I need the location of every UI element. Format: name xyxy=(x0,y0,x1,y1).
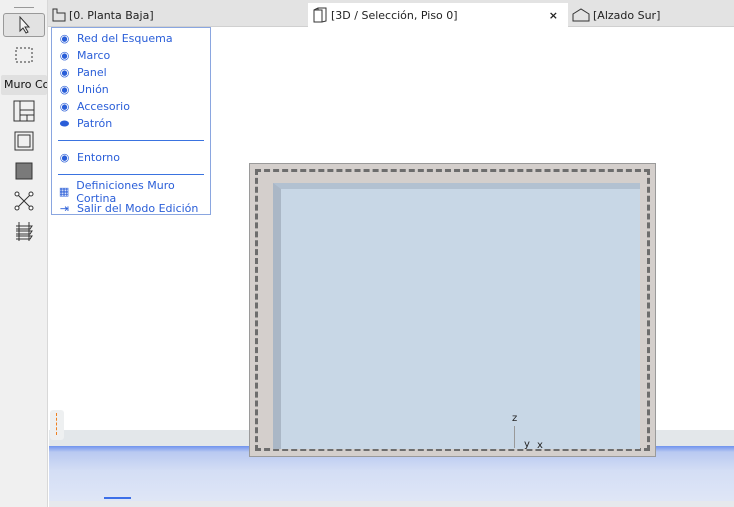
marquee-icon xyxy=(15,47,33,63)
menu-label: Accesorio xyxy=(77,100,130,113)
menu-label: Marco xyxy=(77,49,111,62)
junction-tool[interactable] xyxy=(3,189,45,213)
marquee-tool[interactable] xyxy=(3,43,45,67)
eye-icon: ◉ xyxy=(59,66,70,79)
grip[interactable] xyxy=(14,7,34,8)
eye-icon: ◉ xyxy=(59,49,70,62)
curtain-wall[interactable] xyxy=(249,163,656,457)
panel-tool[interactable] xyxy=(3,159,45,183)
menu-label: Salir del Modo Edición xyxy=(77,202,199,215)
3d-box-icon xyxy=(313,7,327,23)
toolbox: Muro Co xyxy=(0,0,48,507)
tab-alzado-sur[interactable]: [Alzado Sur] xyxy=(568,3,734,27)
menu-label: Red del Esquema xyxy=(77,32,173,45)
menu-label: Patrón xyxy=(77,117,113,130)
ground-mark xyxy=(104,497,131,499)
eye-icon: ◉ xyxy=(59,151,70,164)
exit-icon: ⇥ xyxy=(59,202,70,215)
menu-label: Entorno xyxy=(77,151,120,164)
tab-label: [3D / Selección, Piso 0] xyxy=(331,8,458,22)
menu-divider xyxy=(58,174,204,175)
tab-planta-baja[interactable]: [0. Planta Baja] xyxy=(48,3,308,27)
menu-item-marco[interactable]: ◉ Marco xyxy=(52,47,210,64)
menu-label: Definiciones Muro Cortina xyxy=(76,178,175,205)
glass-panel[interactable] xyxy=(273,183,640,449)
junction-icon xyxy=(14,191,34,211)
menu-divider xyxy=(58,140,204,141)
scheme-tool[interactable] xyxy=(3,99,45,123)
curtain-wall-label: Muro Co xyxy=(1,75,47,95)
frame-tool[interactable] xyxy=(3,129,45,153)
grid-settings-icon: ▦ xyxy=(58,185,70,198)
tab-bar: [0. Planta Baja] [3D / Selección, Piso 0… xyxy=(48,0,734,27)
curtain-wall-edit-menu: ◉ Red del Esquema ◉ Marco ◉ Panel ◉ Unión ◉ A… xyxy=(51,27,211,215)
axis-y-label: y xyxy=(524,439,530,450)
menu-item-patron[interactable]: ⬬ Patrón xyxy=(52,115,210,132)
elevation-icon xyxy=(572,8,590,22)
menu-item-entorno[interactable]: ◉ Entorno xyxy=(52,149,210,166)
menu-item-red-del-esquema[interactable]: ◉ Red del Esquema xyxy=(52,30,210,47)
frame-icon xyxy=(14,131,34,151)
menu-label: Panel xyxy=(77,66,107,79)
eye-closed-icon: ⬬ xyxy=(59,116,70,130)
eye-icon: ◉ xyxy=(59,83,70,96)
accessory-tool[interactable] xyxy=(3,219,45,243)
scheme-grid-icon xyxy=(13,100,35,122)
accessory-icon xyxy=(16,222,33,241)
tab-label: [0. Planta Baja] xyxy=(69,8,154,22)
eye-icon: ◉ xyxy=(59,32,70,45)
menu-item-accesorio[interactable]: ◉ Accesorio xyxy=(52,98,210,115)
axis-x-label: x xyxy=(537,440,543,451)
tab-3d-seleccion[interactable]: [3D / Selección, Piso 0] × xyxy=(308,3,568,27)
menu-item-union[interactable]: ◉ Unión xyxy=(52,81,210,98)
viewport-bottom-strip xyxy=(49,501,734,507)
arrow-tool[interactable] xyxy=(3,13,45,37)
panel-icon xyxy=(15,162,33,180)
marker-tab[interactable] xyxy=(50,410,64,440)
floor-plan-icon xyxy=(52,8,66,22)
arrow-icon xyxy=(19,16,31,34)
axis-z-label: z xyxy=(512,413,518,424)
tab-label: [Alzado Sur] xyxy=(593,8,661,22)
menu-label: Unión xyxy=(77,83,109,96)
menu-item-definiciones[interactable]: ▦ Definiciones Muro Cortina xyxy=(52,179,210,205)
menu-item-panel[interactable]: ◉ Panel xyxy=(52,64,210,81)
close-tab-icon[interactable]: × xyxy=(549,9,558,22)
eye-icon: ◉ xyxy=(59,100,70,113)
